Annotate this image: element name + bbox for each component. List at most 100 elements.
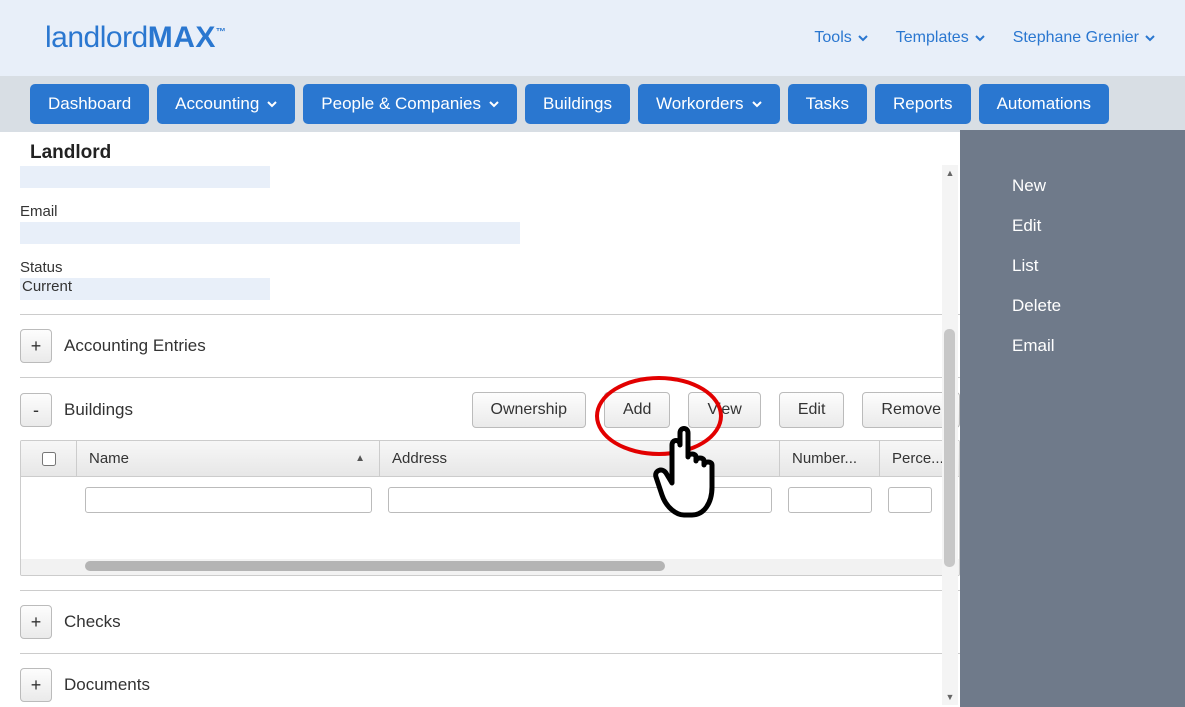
documents-title: Documents [64,675,150,695]
chevron-down-icon [489,99,499,109]
nav-reports[interactable]: Reports [875,84,971,124]
nav-dashboard-label: Dashboard [48,94,131,114]
filter-percent-input[interactable] [888,487,932,513]
logo-tm: ™ [216,27,226,38]
buildings-table: Name ▲ Address Number... Perce... [20,440,960,576]
buildings-title: Buildings [64,400,133,420]
sidebar-delete[interactable]: Delete [1012,296,1185,316]
nav-reports-label: Reports [893,94,953,114]
plus-icon: + [31,675,42,696]
nav-tasks[interactable]: Tasks [788,84,867,124]
filter-row [21,477,959,523]
section-checks: + Checks [20,605,960,639]
nav-automations[interactable]: Automations [979,84,1110,124]
toggle-accounting-entries[interactable]: + [20,329,52,363]
vertical-scrollbar-thumb[interactable] [944,329,955,567]
nav-automations-label: Automations [997,94,1092,114]
filter-number-input[interactable] [788,487,872,513]
column-address-label: Address [392,450,447,467]
chevron-down-icon [858,33,868,43]
column-percent[interactable]: Perce... [880,441,940,476]
divider [20,314,960,315]
sidebar-new[interactable]: New [1012,176,1185,196]
nav-buildings-label: Buildings [543,94,612,114]
toggle-checks[interactable]: + [20,605,52,639]
column-name[interactable]: Name ▲ [77,441,380,476]
table-header: Name ▲ Address Number... Perce... [21,441,959,477]
menu-user-label: Stephane Grenier [1013,29,1139,47]
field-status: Status Current [20,259,960,300]
section-documents: + Documents [20,668,960,702]
select-all-checkbox[interactable] [42,452,56,466]
accounting-entries-title: Accounting Entries [64,336,206,356]
menu-templates-label: Templates [896,29,969,47]
toggle-buildings[interactable]: - [20,393,52,427]
nav-accounting-label: Accounting [175,94,259,114]
edit-button[interactable]: Edit [779,392,845,428]
remove-label: Remove [881,401,941,418]
nav-workorders-label: Workorders [656,94,744,114]
nav-dashboard[interactable]: Dashboard [30,84,149,124]
sidebar-list[interactable]: List [1012,256,1185,276]
minus-icon: - [33,400,39,421]
ownership-button[interactable]: Ownership [472,392,586,428]
ownership-label: Ownership [491,401,567,418]
field-phone [20,166,960,193]
logo-suffix: MAX [148,21,216,54]
plus-icon: + [31,336,42,357]
column-checkbox[interactable] [21,441,77,476]
chevron-down-icon [267,99,277,109]
chevron-down-icon [1145,33,1155,43]
horizontal-scrollbar-thumb[interactable] [85,561,665,571]
nav-buildings[interactable]: Buildings [525,84,630,124]
column-address[interactable]: Address [380,441,780,476]
nav-accounting[interactable]: Accounting [157,84,295,124]
vertical-scrollbar[interactable]: ▲ ▼ [942,165,958,705]
edit-label: Edit [798,401,826,418]
filter-name-input[interactable] [85,487,372,513]
column-name-label: Name [89,450,129,467]
sidebar-email[interactable]: Email [1012,336,1185,356]
chevron-down-icon [752,99,762,109]
view-label: View [707,401,741,418]
add-label: Add [623,401,651,418]
top-menu: Tools Templates Stephane Grenier [814,29,1155,47]
nav-tasks-label: Tasks [806,94,849,114]
filter-address-input[interactable] [388,487,772,513]
plus-icon: + [31,612,42,633]
sort-arrow-icon: ▲ [355,453,365,464]
divider [20,377,960,378]
field-email: Email [20,203,960,249]
toggle-documents[interactable]: + [20,668,52,702]
email-label: Email [20,203,960,220]
section-accounting-entries: + Accounting Entries [20,329,960,363]
view-button[interactable]: View [688,392,760,428]
sidebar-edit[interactable]: Edit [1012,216,1185,236]
status-label: Status [20,259,960,276]
menu-tools-label: Tools [814,29,851,47]
top-bar: landlordMAX™ Tools Templates Stephane Gr… [0,0,1185,76]
column-number[interactable]: Number... [780,441,880,476]
checks-title: Checks [64,612,121,632]
action-sidebar: New Edit List Delete Email [960,130,1185,707]
nav-bar: Dashboard Accounting People & Companies … [0,76,1185,132]
column-percent-label: Perce... [892,450,944,467]
nav-workorders[interactable]: Workorders [638,84,780,124]
phone-value[interactable] [20,166,270,188]
divider [20,590,960,591]
menu-user[interactable]: Stephane Grenier [1013,29,1155,47]
menu-tools[interactable]: Tools [814,29,867,47]
logo: landlordMAX™ [45,21,225,55]
section-buildings: - Buildings Ownership Add View Edit Remo… [20,392,960,428]
scroll-down-icon[interactable]: ▼ [942,689,958,705]
menu-templates[interactable]: Templates [896,29,985,47]
email-value[interactable] [20,222,520,244]
status-value[interactable]: Current [20,278,270,300]
chevron-down-icon [975,33,985,43]
nav-people-label: People & Companies [321,94,481,114]
scroll-up-icon[interactable]: ▲ [942,165,958,181]
nav-people-companies[interactable]: People & Companies [303,84,517,124]
column-number-label: Number... [792,450,857,467]
add-button[interactable]: Add [604,392,670,428]
horizontal-scrollbar[interactable] [21,559,959,575]
